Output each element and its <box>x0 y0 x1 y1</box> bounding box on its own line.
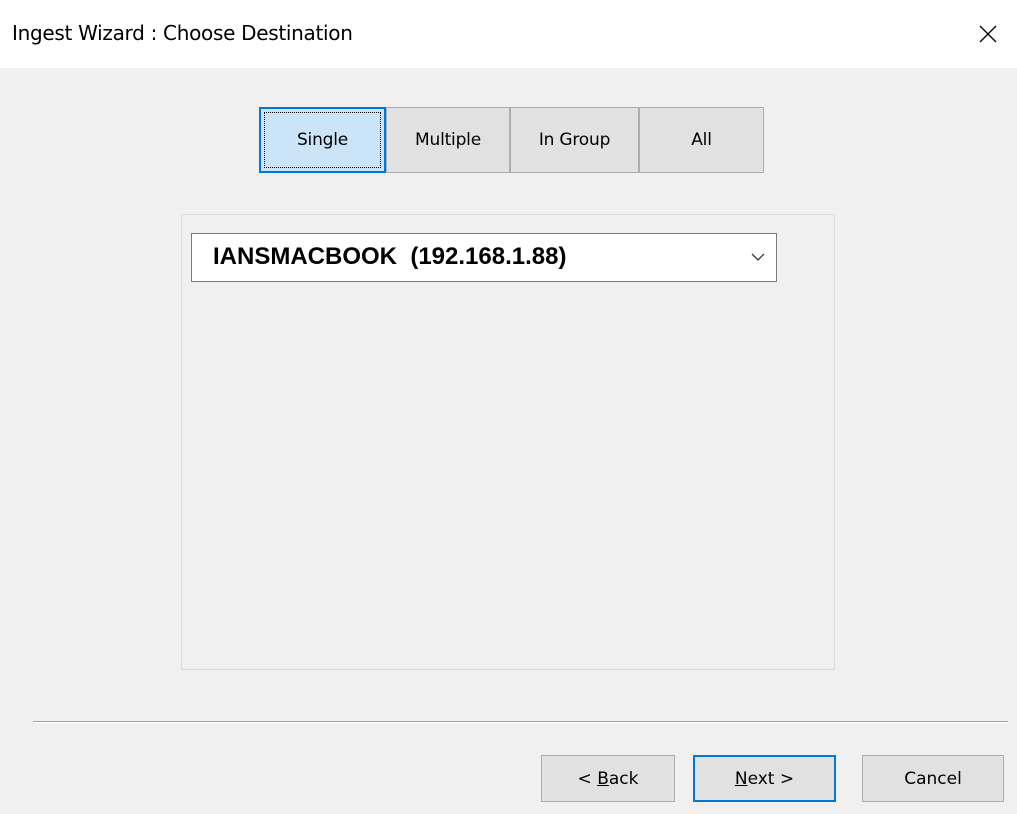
title-bar: Ingest Wizard : Choose Destination <box>0 0 1017 68</box>
destination-dropdown[interactable]: IANSMACBOOK (192.168.1.88) <box>191 233 777 282</box>
single-mode-button[interactable]: Single <box>259 107 386 173</box>
multiple-mode-button[interactable]: Multiple <box>386 107 510 173</box>
close-icon <box>979 25 997 43</box>
next-button-label: Next > <box>734 768 795 789</box>
in-group-mode-label: In Group <box>538 130 611 150</box>
window-title: Ingest Wizard : Choose Destination <box>12 21 353 45</box>
ingest-wizard-window: Ingest Wizard : Choose Destination Singl… <box>0 0 1017 814</box>
in-group-mode-button[interactable]: In Group <box>510 107 639 173</box>
multiple-mode-label: Multiple <box>415 130 481 150</box>
back-button[interactable]: < Back <box>541 755 675 802</box>
all-mode-button[interactable]: All <box>639 107 764 173</box>
focus-indicator <box>264 112 381 168</box>
close-button[interactable] <box>959 0 1017 68</box>
cancel-button-label: Cancel <box>904 768 962 789</box>
chevron-down-icon[interactable] <box>750 251 766 263</box>
next-button[interactable]: Next > <box>693 755 836 802</box>
back-button-label: < Back <box>577 768 639 789</box>
cancel-button[interactable]: Cancel <box>862 755 1004 802</box>
all-mode-label: All <box>691 130 712 150</box>
destination-panel <box>181 214 835 670</box>
footer-separator <box>33 721 1008 723</box>
destination-selected-value: IANSMACBOOK (192.168.1.88) <box>213 243 567 270</box>
